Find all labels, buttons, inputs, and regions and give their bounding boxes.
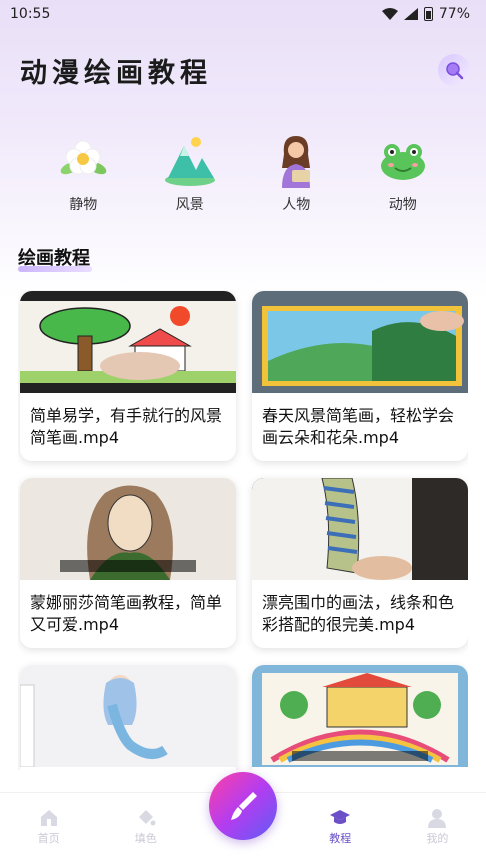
wifi-icon [381,8,398,20]
video-thumbnail [20,665,236,767]
video-card[interactable] [20,665,236,770]
search-icon [446,62,464,80]
video-title: 蒙娜丽莎简笔画教程，简单又可爱.mp4 [30,593,223,634]
section-title: 绘画教程 [18,244,92,272]
brush-icon [231,792,257,820]
video-thumbnail [252,665,468,767]
nav-label: 首页 [37,832,60,845]
draw-fab-button[interactable] [209,772,277,840]
flower-icon [55,132,111,188]
video-title: 简单易学，有手就行的风景简笔画.mp4 [30,406,223,447]
nav-coloring[interactable]: 填色 [97,793,194,864]
nav-tutorials[interactable]: 教程 [292,793,389,864]
search-button[interactable] [438,54,470,86]
video-thumbnail [20,291,236,393]
battery-percent: 77% [438,6,470,22]
video-thumbnail [252,291,468,393]
battery-icon [423,7,433,21]
category-row: 静物 风景 人物 动物 [0,132,486,213]
video-card[interactable] [252,665,468,770]
tutorial-grid: 简单易学，有手就行的风景简笔画.mp4 春天风景简笔画，轻松学会画云朵和花朵.m… [18,290,468,770]
graduation-cap-icon [330,810,351,824]
signal-icon [403,8,418,20]
category-label: 风景 [175,197,204,213]
app-title: 动漫绘画教程 [20,57,212,89]
status-bar: 10:55 77% [0,0,486,28]
status-time: 10:55 [10,6,51,22]
category-landscape[interactable]: 风景 [155,132,225,213]
nav-label: 教程 [329,832,352,845]
nav-label: 填色 [134,832,157,845]
category-animals[interactable]: 动物 [368,132,438,213]
landscape-icon [162,132,218,188]
video-card[interactable]: 蒙娜丽莎简笔画教程，简单又可爱.mp4 [20,478,236,648]
video-title [252,767,468,770]
frog-icon [375,132,431,188]
video-card[interactable]: 春天风景简笔画，轻松学会画云朵和花朵.mp4 [252,291,468,461]
person-icon [268,132,324,188]
category-label: 静物 [69,197,98,213]
nav-profile[interactable]: 我的 [389,793,486,864]
nav-label: 我的 [426,832,449,845]
category-label: 动物 [388,197,417,213]
video-title: 漂亮围巾的画法，线条和色彩搭配的很完美.mp4 [262,593,455,634]
status-icons: 77% [381,6,470,22]
header: 动漫绘画教程 [20,48,470,92]
category-still-life[interactable]: 静物 [48,132,118,213]
video-card[interactable]: 简单易学，有手就行的风景简笔画.mp4 [20,291,236,461]
category-label: 人物 [282,197,311,213]
user-icon [428,809,447,828]
nav-home[interactable]: 首页 [0,793,97,864]
video-card[interactable]: 漂亮围巾的画法，线条和色彩搭配的很完美.mp4 [252,478,468,648]
video-thumbnail [252,478,468,580]
video-thumbnail [20,478,236,580]
paint-bucket-icon [138,810,156,826]
home-icon [40,810,57,826]
video-title: 春天风景简笔画，轻松学会画云朵和花朵.mp4 [262,406,455,447]
video-title [20,767,236,770]
category-people[interactable]: 人物 [261,132,331,213]
